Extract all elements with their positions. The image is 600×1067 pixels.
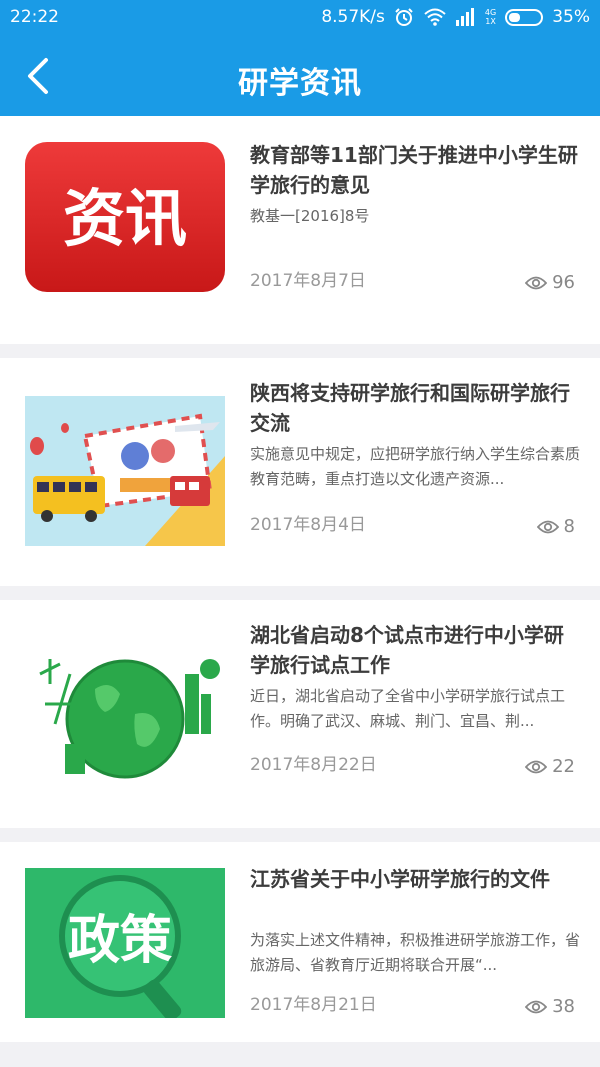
article-card[interactable]: 资讯 教育部等11部门关于推进中小学生研学旅行的意见 教基一[2016]8号 2… [0,116,600,344]
article-summary: 近日，湖北省启动了全省中小学研学旅行试点工作。明确了武汉、麻城、荆门、宜昌、荆.… [250,687,566,730]
article-summary: 教基一[2016]8号 [250,207,370,225]
policy-thumbnail-image: 政策 [25,868,225,1018]
article-title: 江苏省关于中小学研学旅行的文件 [250,867,550,891]
info-thumbnail-image: 资讯 [25,142,225,292]
article-card[interactable]: 政策 江苏省关于中小学研学旅行的文件 为落实上述文件精神，积极推进研学旅游工作，… [0,842,600,1042]
article-thumbnail [25,396,225,546]
view-count-value: 96 [552,272,575,293]
eye-icon [536,520,559,533]
battery-percent: 35% [552,7,590,27]
eye-icon [525,276,548,289]
article-date: 2017年8月7日 [250,271,366,291]
network-speed: 8.57K/s [321,7,385,27]
article-title: 教育部等11部门关于推进中小学生研学旅行的意见 [250,143,578,197]
network-type: 4G 1X [484,8,497,26]
article-date: 2017年8月21日 [250,995,377,1015]
travel-illustration-image [25,396,225,546]
article-date: 2017年8月22日 [250,755,377,775]
status-bar: 22:22 8.57K/s 4G 1X 35% [0,0,600,36]
article-list: 资讯 教育部等11部门关于推进中小学生研学旅行的意见 教基一[2016]8号 2… [0,116,600,1056]
eye-icon [525,760,548,773]
status-time: 22:22 [10,7,59,27]
article-title: 湖北省启动8个试点市进行中小学研学旅行试点工作 [250,623,564,677]
article-title: 陕西将支持研学旅行和国际研学旅行交流 [250,381,570,435]
green-earth-image [25,634,225,784]
article-summary: 实施意见中规定，应把研学旅行纳入学生综合素质教育范畴，重点打造以文化遗产资源..… [250,445,580,488]
battery-icon [505,8,544,26]
article-card[interactable]: 湖北省启动8个试点市进行中小学研学旅行试点工作 近日，湖北省启动了全省中小学研学… [0,600,600,828]
view-count: 8 [536,516,575,537]
page-title: 研学资讯 [238,66,362,101]
eye-icon [525,1000,548,1013]
article-summary: 为落实上述文件精神，积极推进研学旅游工作，省旅游局、省教育厅近期将联合开展“..… [250,931,580,974]
thumbnail-text: 资讯 [63,182,187,255]
view-count: 96 [525,272,575,293]
view-count: 38 [525,996,575,1017]
top-navbar: 研学资讯 [0,36,600,116]
wifi-icon [424,8,446,26]
view-count-value: 38 [552,996,575,1017]
article-thumbnail: 政策 [25,868,225,1018]
view-count: 22 [525,756,575,777]
view-count-value: 22 [552,756,575,777]
signal-icon [455,8,474,26]
alarm-icon [395,8,413,26]
article-card[interactable]: 陕西将支持研学旅行和国际研学旅行交流 实施意见中规定，应把研学旅行纳入学生综合素… [0,358,600,586]
article-date: 2017年8月4日 [250,515,366,535]
view-count-value: 8 [563,516,575,537]
article-thumbnail: 资讯 [25,142,225,292]
thumbnail-text: 政策 [68,911,172,971]
article-thumbnail [25,634,225,784]
